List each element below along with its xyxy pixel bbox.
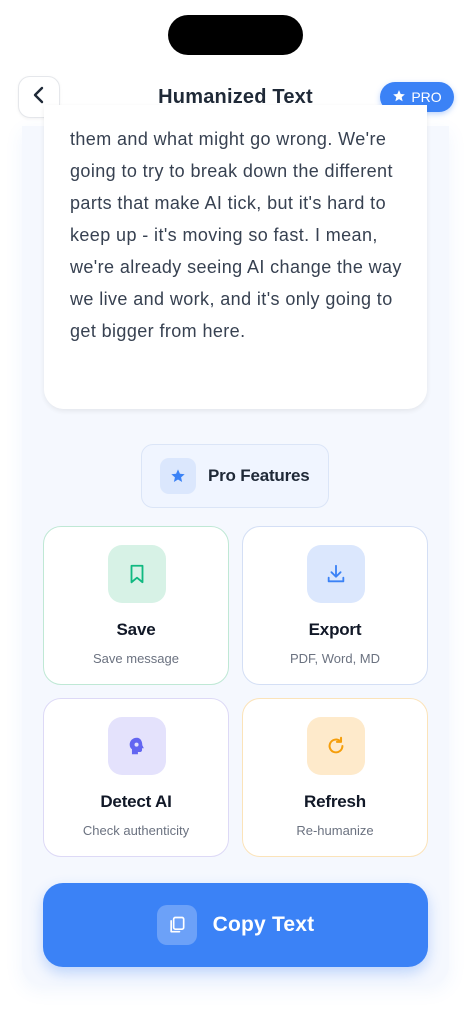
detect-ai-subtitle: Check authenticity [82,823,190,838]
star-icon [392,89,406,106]
star-icon [160,458,196,494]
pro-features-label: Pro Features [208,466,310,485]
save-subtitle: Save message [93,651,179,666]
pro-badge-label: PRO [411,89,442,105]
export-title: Export [308,620,362,639]
humanized-text: them and what might go wrong. We're goin… [70,129,402,341]
export-subtitle: PDF, Word, MD [289,651,381,666]
humanized-text-card-body: them and what might go wrong. We're goin… [44,105,427,409]
refresh-icon [307,717,365,775]
copy-text-label: Copy Text [212,913,315,936]
save-title: Save [116,620,156,639]
detect-ai-card[interactable]: Detect AI Check authenticity [43,698,229,857]
save-card[interactable]: Save Save message [43,526,229,685]
copy-icon [156,905,197,945]
bookmark-icon [108,545,166,603]
detect-ai-title: Detect AI [100,792,172,811]
refresh-card[interactable]: Refresh Re-humanize [242,698,428,857]
download-icon [307,545,365,603]
export-card[interactable]: Export PDF, Word, MD [242,526,428,685]
brain-icon [108,717,166,775]
dynamic-island [168,15,303,55]
refresh-title: Refresh [304,792,366,811]
pro-features-header: Pro Features [141,444,329,508]
refresh-subtitle: Re-humanize [296,823,374,838]
copy-text-button[interactable]: Copy Text [43,883,428,967]
